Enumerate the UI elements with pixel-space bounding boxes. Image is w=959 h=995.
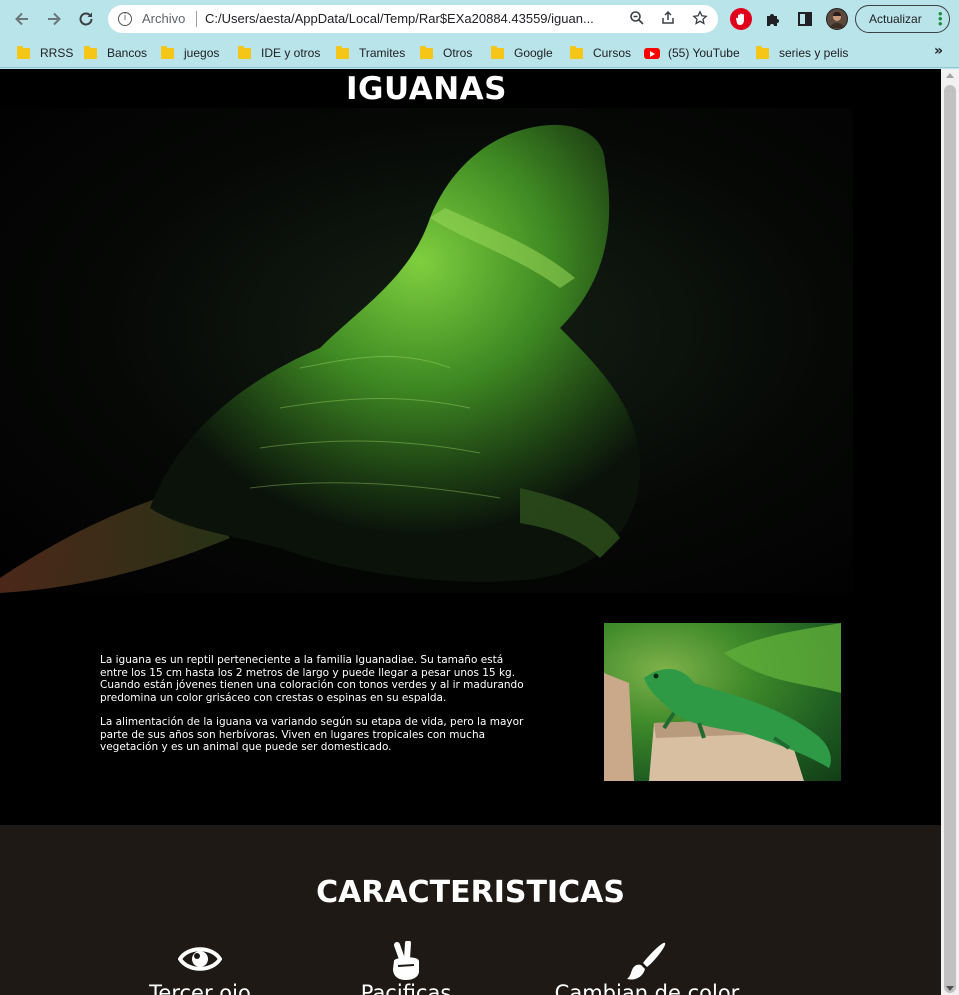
folder-icon [17,45,30,59]
profile-avatar[interactable] [826,8,848,30]
folder-icon [161,45,174,59]
youtube-icon [644,47,660,59]
eye-icon [178,947,222,971]
intro-paragraph-2: La alimentación de la iguana va variando… [100,716,524,753]
feature-label: Tercer ojo [149,981,251,995]
reload-icon [79,12,93,26]
folder-icon [756,45,769,59]
back-button[interactable] [10,7,34,31]
scroll-up-arrow-icon[interactable] [946,73,954,78]
peace-hand-icon [393,941,419,980]
bearded-dragon-illustration [0,124,640,593]
reload-button[interactable] [74,7,98,31]
paintbrush-icon [627,942,666,980]
bookmark-otros[interactable]: Otros [420,44,472,62]
bookmark-tramites[interactable]: Tramites [336,44,405,62]
scroll-down-arrow-icon[interactable] [946,986,954,991]
share-icon[interactable] [659,10,677,28]
bookmark-label: Otros [443,46,473,60]
bookmarks-overflow-chevron[interactable]: » [934,43,943,59]
bookmark-label: Bancos [107,46,148,60]
arrow-left-icon [15,12,28,26]
bookmark-label: series y pelis [779,46,849,60]
forward-button[interactable] [42,7,66,31]
bookmark-label: RRSS [40,46,74,60]
address-url[interactable]: C:/Users/aesta/AppData/Local/Temp/Rar$EX… [205,11,625,26]
browser-toolbar: i Archivo C:/Users/aesta/AppData/Local/T… [0,0,959,38]
folder-icon [336,45,349,59]
intro-paragraph-1: La iguana es un reptil perteneciente a l… [100,654,524,704]
feature-tercer-ojo: Tercer ojo [100,941,300,995]
bookmark-label: Cursos [593,46,632,60]
scrollbar-thumb[interactable] [944,85,956,993]
feature-label: Pacificas [360,981,452,995]
page-title: IGUANAS [346,71,507,107]
bookmark-bancos[interactable]: Bancos [84,44,147,62]
iguana-on-stump-illustration [604,623,841,781]
bookmark-google[interactable]: Google [491,44,553,62]
adblock-extension-icon[interactable] [730,8,752,30]
menu-dots-icon[interactable]: • • • [938,7,943,30]
extensions-puzzle-icon[interactable] [762,8,784,30]
bookmark-ide-y-otros[interactable]: IDE y otros [238,44,320,62]
bookmark-star-icon[interactable] [691,10,709,28]
address-bar[interactable]: i Archivo C:/Users/aesta/AppData/Local/T… [108,5,718,33]
feature-cambian-de-color: Cambian de color [547,941,747,995]
iguana-photo [604,623,841,781]
bookmark-rrss[interactable]: RRSS [17,44,73,62]
update-button-label: Actualizar [869,12,922,26]
update-button[interactable]: Actualizar • • • [855,5,950,33]
bookmark-series-y-pelis[interactable]: series y pelis [756,44,848,62]
bookmark-label: Tramites [359,46,406,60]
feature-label: Cambian de color [554,981,740,995]
bookmarks-bar: RRSS Bancos juegos IDE y otros Tramites … [0,38,959,68]
folder-icon [570,45,583,59]
features-section: CARACTERISTICAS Tercer ojo Pacificas Cam… [0,825,941,995]
arrow-right-icon [48,12,61,26]
bookmark-juegos[interactable]: juegos [161,44,219,62]
folder-icon [84,45,97,59]
features-title: CARACTERISTICAS [316,875,625,910]
bookmark-youtube[interactable]: (55) YouTube [644,44,740,62]
bookmark-cursos[interactable]: Cursos [570,44,631,62]
page-viewport: IGUANAS La iguana es un reptil perteneci… [0,69,941,995]
info-icon[interactable]: i [118,12,132,26]
hero-image [0,108,853,593]
bookmark-label: (55) YouTube [668,46,740,60]
intro-text: La iguana es un reptil perteneciente a l… [100,654,530,766]
address-scheme-label: Archivo [142,11,186,26]
zoom-icon[interactable] [628,10,646,28]
address-separator [196,11,197,27]
bookmark-label: juegos [184,46,220,60]
bookmark-label: IDE y otros [261,46,321,60]
bookmark-label: Google [514,46,553,60]
vertical-scrollbar[interactable] [941,69,959,995]
folder-icon [420,45,433,59]
folder-icon [491,45,504,59]
folder-icon [238,45,251,59]
side-panel-icon[interactable] [794,8,816,30]
feature-pacificas: Pacificas [306,941,506,995]
